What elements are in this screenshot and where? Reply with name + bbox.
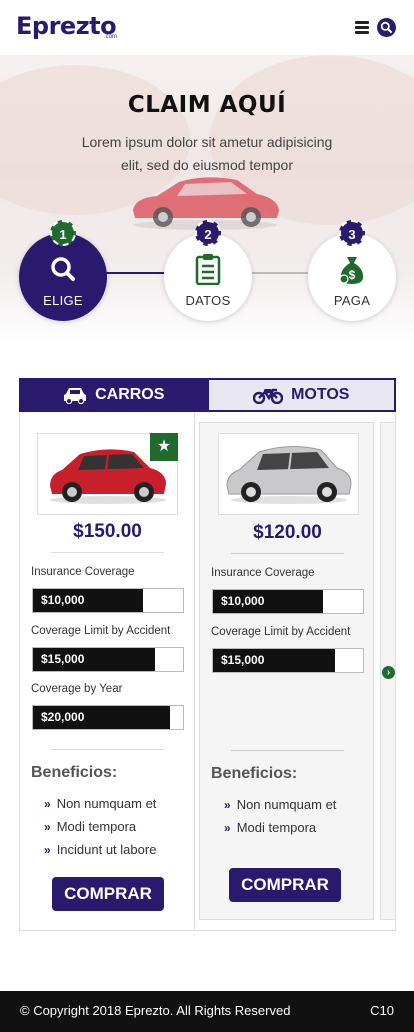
benefit-text: Non numquam et (236, 797, 337, 812)
coverage-bar-fill: $15,000 (33, 648, 155, 671)
clipboard-icon (195, 254, 221, 285)
search-icon (51, 257, 75, 281)
benefit-text: Modi tempora (236, 820, 317, 835)
benefit-item: » Incidunt ut labore (44, 842, 156, 857)
step-paga[interactable]: $ PAGA (308, 233, 396, 321)
divider (51, 749, 164, 750)
benefit-item: » Modi tempora (224, 820, 316, 835)
coverage-bar: $20,000 (32, 705, 184, 730)
logo[interactable]: Eprezto (16, 12, 117, 40)
coverage-bar: $10,000 (32, 588, 184, 613)
chevron-right-icon: » (44, 797, 51, 811)
divider (231, 553, 344, 554)
car-icon (64, 388, 87, 404)
car-image-frame (218, 433, 359, 515)
chevron-right-icon: » (44, 843, 51, 857)
top-header: Eprezto .com (0, 0, 414, 55)
plan-price: $150.00 (73, 521, 142, 542)
benefit-item: » Non numquam et (224, 797, 336, 812)
tab-carros[interactable]: CARROS (21, 380, 207, 410)
chevron-right-icon: » (44, 820, 51, 834)
benefit-text: Non numquam et (56, 796, 157, 811)
benefits-title: Beneficios: (31, 764, 118, 781)
coverage-label: Insurance Coverage (31, 566, 135, 578)
benefit-item: » Non numquam et (44, 796, 156, 811)
step-label: ELIGE (43, 293, 83, 308)
divider (231, 750, 344, 751)
logo-domain: .com (104, 34, 118, 40)
benefits-title: Beneficios: (211, 765, 298, 782)
coverage-label: Insurance Coverage (211, 567, 315, 579)
search-icon[interactable] (377, 18, 396, 37)
step-connector-1 (106, 272, 164, 274)
buy-button[interactable]: COMPRAR (52, 877, 164, 911)
money-bag-icon: $ (339, 257, 364, 284)
hero-section: CLAIM AQUÍ Lorem ipsum dolor sit ametur … (0, 55, 414, 345)
plan-price: $120.00 (253, 522, 322, 543)
plan-card: $120.00 Insurance Coverage $10,000 Cover… (199, 422, 374, 920)
coverage-label: Coverage Limit by Accident (211, 626, 351, 638)
arrow-right-circle-icon[interactable]: › (382, 666, 395, 679)
chevron-right-icon: » (224, 821, 231, 835)
coverage-bar: $10,000 (212, 589, 364, 614)
coverage-bar-fill: $10,000 (213, 590, 323, 613)
step-elige[interactable]: ELIGE (19, 233, 107, 321)
step-number-badge: 2 (195, 220, 221, 246)
coverage-label: Coverage Limit by Accident (31, 625, 171, 637)
footer: © Copyright 2018 Eprezto. All Rights Res… (0, 991, 414, 1032)
coverage-bar-fill: $20,000 (33, 706, 170, 729)
svg-text:$: $ (349, 268, 356, 282)
footer-code: C10 (370, 1003, 394, 1018)
tab-carros-label: CARROS (95, 386, 165, 403)
hero-title: CLAIM AQUÍ (127, 92, 287, 118)
step-connector-2 (252, 272, 308, 274)
car-image-frame: ★ (37, 433, 178, 515)
step-label: DATOS (185, 293, 231, 308)
coverage-bar-fill: $10,000 (33, 589, 143, 612)
divider (51, 552, 164, 553)
buy-button[interactable]: COMPRAR (229, 868, 341, 902)
step-label: PAGA (333, 293, 371, 308)
star-icon[interactable]: ★ (150, 433, 178, 461)
step-datos[interactable]: DATOS (164, 233, 252, 321)
plans-carousel: ★ $150.00 Insurance Coverage $10,000 Cov… (19, 412, 396, 931)
benefit-text: Incidunt ut labore (56, 842, 157, 857)
hamburger-icon[interactable] (355, 21, 369, 34)
coverage-bar: $15,000 (212, 648, 364, 673)
coverage-bar-fill: $15,000 (213, 649, 335, 672)
step-number-badge: 3 (339, 220, 365, 246)
silver-car-image (226, 446, 352, 504)
benefit-text: Modi tempora (56, 819, 137, 834)
step-number-badge: 1 (50, 220, 76, 246)
benefit-item: » Modi tempora (44, 819, 136, 834)
motorcycle-icon (253, 388, 284, 404)
copyright-text: © Copyright 2018 Eprezto. All Rights Res… (20, 1003, 291, 1018)
coverage-label: Coverage by Year (31, 683, 123, 695)
plan-card: ★ $150.00 Insurance Coverage $10,000 Cov… (20, 412, 195, 930)
coverage-bar: $15,000 (32, 647, 184, 672)
chevron-right-icon: » (224, 798, 231, 812)
vehicle-tabs: CARROS MOTOS (19, 378, 396, 412)
tab-motos[interactable]: MOTOS (206, 380, 394, 410)
tab-motos-label: MOTOS (291, 386, 350, 403)
